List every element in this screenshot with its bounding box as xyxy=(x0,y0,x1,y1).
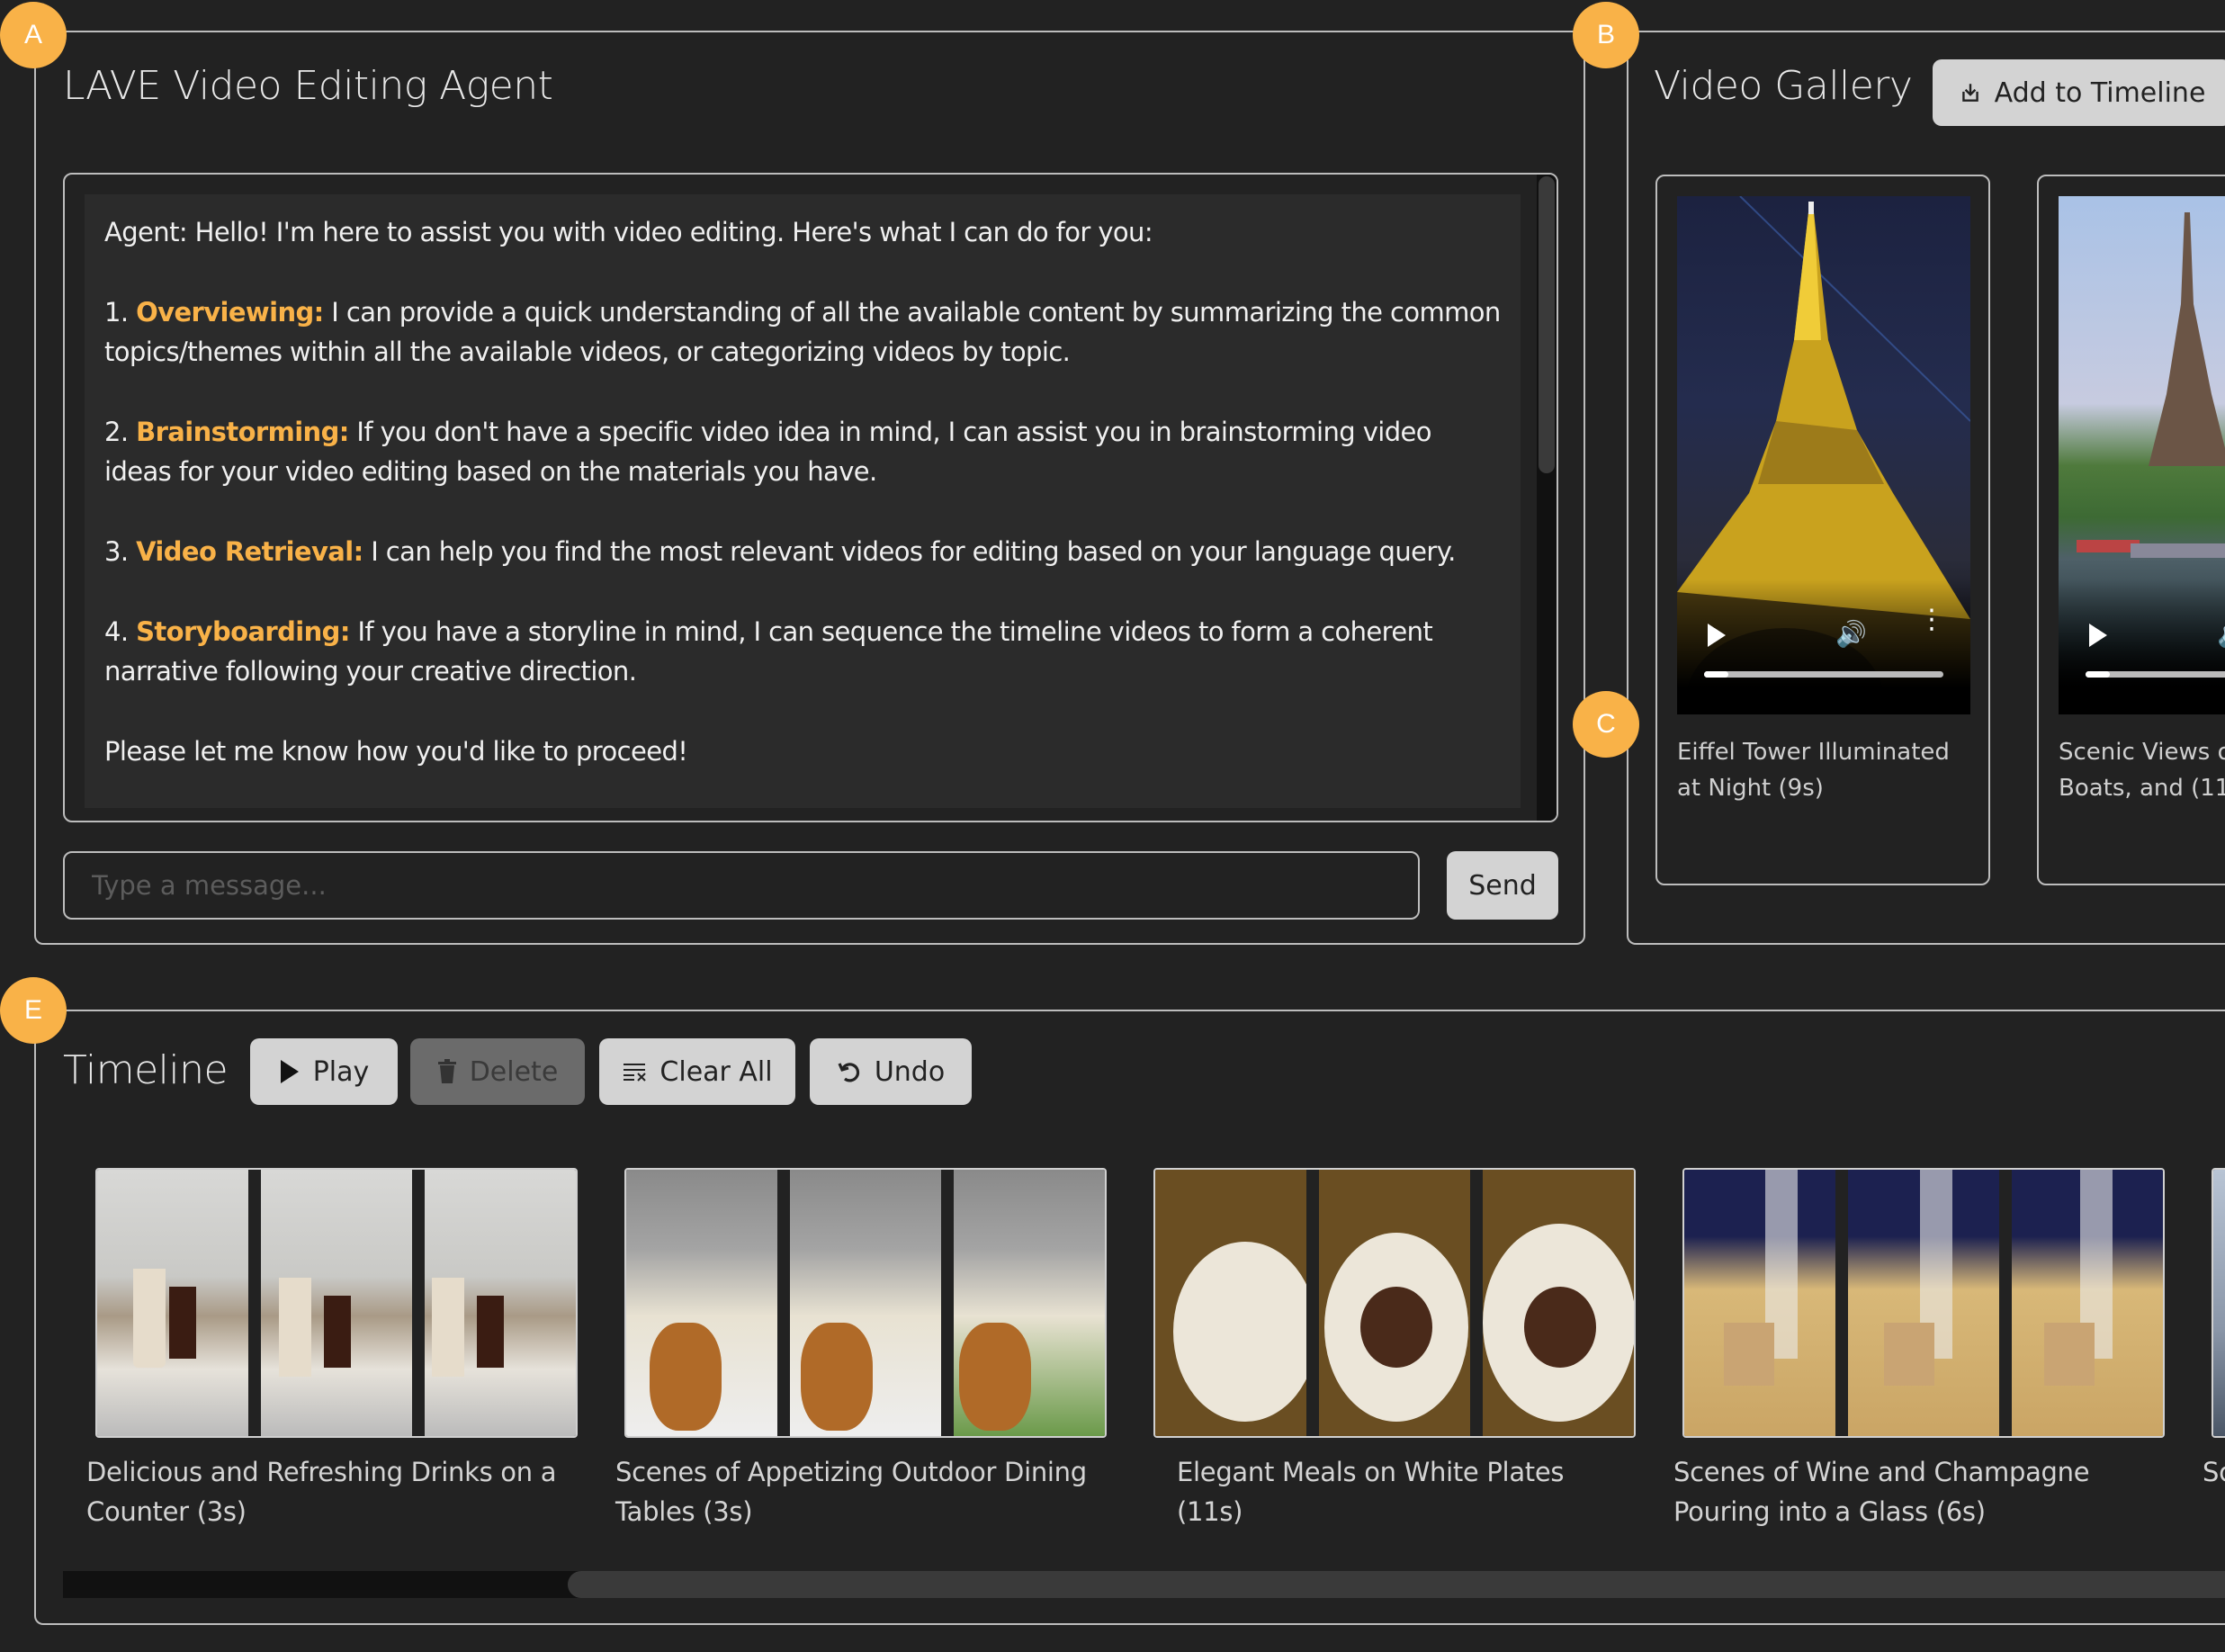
timeline-scrollbar-thumb[interactable] xyxy=(567,1571,2225,1598)
play-icon xyxy=(280,1060,299,1083)
clip-thumbnail xyxy=(624,1168,1107,1438)
agent-panel-title: LAVE Video Editing Agent xyxy=(63,63,553,109)
video-play-icon[interactable] xyxy=(1708,624,1726,647)
video-play-icon[interactable] xyxy=(2089,624,2107,647)
gallery-card-caption: Scenic Views of River, Boats, and (11s) xyxy=(2059,739,2225,802)
item-label: Brainstorming: xyxy=(136,417,349,447)
wine-frame xyxy=(1684,1170,1835,1436)
volume-icon[interactable]: 🔊 xyxy=(1835,619,1867,649)
delete-button[interactable]: Delete xyxy=(410,1038,585,1105)
clip-caption: Scenes of Appetizing Outdoor Dining Tabl… xyxy=(615,1457,1087,1527)
gallery-card-caption: Eiffel Tower Illuminated at Night (9s) xyxy=(1677,739,1950,802)
scenic-frame xyxy=(2213,1170,2225,1436)
chat-scrollbar[interactable] xyxy=(1537,175,1557,821)
clear-all-button[interactable]: Clear All xyxy=(599,1038,795,1105)
agent-panel: LAVE Video Editing Agent Agent: Hello! I… xyxy=(34,31,1585,945)
video-player[interactable]: 🔊 xyxy=(2059,196,2225,714)
add-to-timeline-label: Add to Timeline xyxy=(1994,76,2206,109)
meal-frame xyxy=(1155,1170,1317,1436)
video-player[interactable]: 🔊 ⋮ xyxy=(1677,196,1970,714)
trash-icon xyxy=(437,1059,456,1083)
clear-list-icon xyxy=(624,1064,647,1082)
video-gallery-panel: Video Gallery Add to Timeline 🔊 ⋮ Eiffel… xyxy=(1627,31,2225,945)
timeline-scrollbar[interactable] xyxy=(63,1571,2225,1598)
item-label: Storyboarding: xyxy=(136,616,350,647)
message-item: 3. Video Retrieval: I can help you find … xyxy=(104,536,1456,567)
video-progress-bar[interactable] xyxy=(2086,671,2225,678)
clip-caption: Delicious and Refreshing Drinks on a Cou… xyxy=(86,1457,557,1527)
dining-frame xyxy=(626,1170,777,1436)
chat-history[interactable]: Agent: Hello! I'm here to assist you wit… xyxy=(63,173,1558,822)
message-item: 2. Brainstorming: If you don't have a sp… xyxy=(104,417,1432,487)
badge-c: C xyxy=(1573,691,1639,758)
video-progress-fill xyxy=(2086,671,2110,678)
message-item: 4. Storyboarding: If you have a storylin… xyxy=(104,616,1433,687)
dining-frame xyxy=(777,1170,941,1436)
meal-frame xyxy=(1470,1170,1634,1436)
clip-thumbnail xyxy=(2212,1168,2225,1438)
clip-caption: Sc... Es... xyxy=(2203,1457,2225,1487)
video-progress-fill xyxy=(1704,671,1728,678)
clip-thumbnail xyxy=(1682,1168,2165,1438)
chat-scrollbar-thumb[interactable] xyxy=(1539,176,1555,473)
item-label: Overviewing: xyxy=(136,297,324,328)
undo-button[interactable]: Undo xyxy=(810,1038,972,1105)
clip-caption: Elegant Meals on White Plates (11s) xyxy=(1177,1457,1565,1527)
timeline-title: Timeline xyxy=(63,1047,229,1093)
gallery-card[interactable]: 🔊 Scenic Views of River, Boats, and (11s… xyxy=(2037,175,2225,885)
badge-b: B xyxy=(1573,2,1639,68)
wine-frame xyxy=(1835,1170,1999,1436)
send-button[interactable]: Send xyxy=(1447,851,1558,920)
drinks-frame xyxy=(97,1170,248,1436)
message-input[interactable] xyxy=(63,851,1420,920)
play-button[interactable]: Play xyxy=(250,1038,398,1105)
undo-icon xyxy=(838,1063,859,1082)
agent-message: Agent: Hello! I'm here to assist you wit… xyxy=(85,194,1521,808)
timeline-clip[interactable]: Scenes of Appetizing Outdoor Dining Tabl… xyxy=(615,1168,1107,1531)
timeline-clip[interactable]: Delicious and Refreshing Drinks on a Cou… xyxy=(86,1168,578,1531)
message-item: 1. Overviewing: I can provide a quick un… xyxy=(104,297,1501,367)
volume-icon[interactable]: 🔊 xyxy=(2217,619,2225,649)
clip-thumbnail xyxy=(95,1168,578,1438)
wine-frame xyxy=(1999,1170,2163,1436)
clip-caption: Scenes of Wine and Champagne Pouring int… xyxy=(1673,1457,2090,1527)
message-intro: Agent: Hello! I'm here to assist you wit… xyxy=(104,217,1153,247)
gallery-card[interactable]: 🔊 ⋮ Eiffel Tower Illuminated at Night (9… xyxy=(1655,175,1990,885)
badge-e: E xyxy=(0,977,67,1044)
dining-frame xyxy=(941,1170,1105,1436)
message-closing: Please let me know how you'd like to pro… xyxy=(104,736,688,767)
meal-frame xyxy=(1306,1170,1470,1436)
add-to-timeline-button[interactable]: Add to Timeline xyxy=(1933,59,2225,126)
gallery-title: Video Gallery xyxy=(1654,63,1913,109)
video-progress-bar[interactable] xyxy=(1704,671,1943,678)
badge-a: A xyxy=(0,2,67,68)
drinks-frame xyxy=(412,1170,576,1436)
download-into-tray-icon xyxy=(1961,84,1978,102)
clip-thumbnail xyxy=(1153,1168,1636,1438)
item-label: Video Retrieval: xyxy=(136,536,363,567)
timeline-panel: Timeline Play Delete Clear All Undo Deli… xyxy=(34,1010,2225,1625)
timeline-clip[interactable]: Scenes of Wine and Champagne Pouring int… xyxy=(1673,1168,2165,1531)
timeline-clip[interactable]: Sc... Es... xyxy=(2203,1168,2225,1492)
timeline-clip[interactable]: Elegant Meals on White Plates (11s) xyxy=(1153,1168,1636,1531)
drinks-frame xyxy=(248,1170,412,1436)
more-options-icon[interactable]: ⋮ xyxy=(1918,606,1945,633)
